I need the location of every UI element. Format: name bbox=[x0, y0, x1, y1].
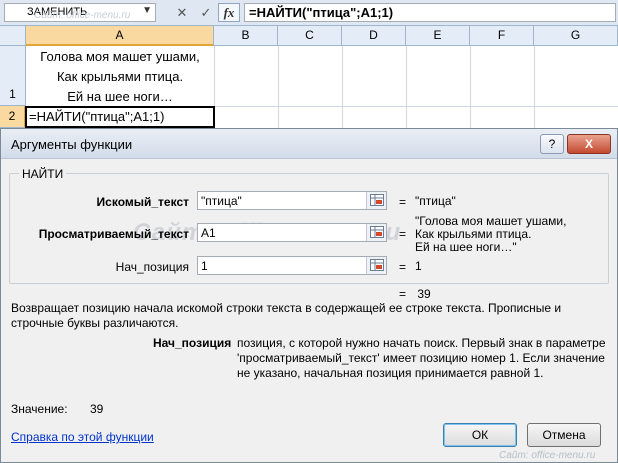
cell-a1-line: Голова моя машет ушами, bbox=[40, 49, 200, 64]
value-label: Значение: bbox=[11, 402, 68, 416]
arg-result-within-text: "Голова моя машет ушами, Как крыльями пт… bbox=[415, 215, 566, 254]
top-watermark: Сайт: office-menu.ru bbox=[34, 10, 131, 21]
cell-a1-line: Как крыльями птица. bbox=[56, 69, 184, 84]
column-header-a[interactable]: A bbox=[26, 26, 214, 46]
cancel-entry-icon[interactable]: ✕ bbox=[172, 3, 192, 22]
select-all-corner[interactable] bbox=[0, 26, 26, 46]
column-header-e[interactable]: E bbox=[406, 26, 470, 46]
arg-input-value: "птица" bbox=[201, 194, 242, 208]
arg-input-value: A1 bbox=[201, 226, 216, 240]
result-value: 39 bbox=[417, 287, 431, 301]
arg-result-line: "птица" bbox=[415, 194, 456, 208]
arg-result-line: 1 bbox=[415, 259, 422, 273]
enter-check-icon[interactable]: ✓ bbox=[196, 3, 216, 22]
grid-line bbox=[406, 46, 407, 128]
formula-input[interactable]: =НАЙТИ("птица";A1;1) bbox=[244, 3, 616, 22]
cell-a1-line: Ей на шее ноги… bbox=[67, 89, 173, 104]
arg-input-within-text[interactable]: A1 bbox=[197, 223, 387, 242]
column-header-d[interactable]: D bbox=[342, 26, 406, 46]
ok-button[interactable]: ОК bbox=[443, 423, 517, 447]
function-name: НАЙТИ bbox=[19, 167, 67, 181]
arg-label-search-text: Искомый_текст bbox=[96, 195, 189, 209]
arg-input-start-num[interactable]: 1 bbox=[197, 256, 387, 275]
equals-sign: = bbox=[399, 260, 407, 274]
collapse-dialog-icon[interactable] bbox=[366, 257, 386, 274]
arg-label-within-text: Просматриваемый_текст bbox=[38, 227, 189, 241]
grid-line bbox=[342, 46, 343, 128]
function-arguments-dialog: Аргументы функции ? X НАЙТИ Сайт: office… bbox=[0, 128, 618, 463]
column-header-g[interactable]: G bbox=[534, 26, 618, 46]
formula-bar: ЗАМЕНИТЬ ▼ Сайт: office-menu.ru ✕ ✓ fx =… bbox=[0, 0, 618, 26]
param-description: позиция, с которой нужно начать поиск. П… bbox=[237, 336, 606, 380]
cell-a1[interactable]: Голова моя машет ушами, Как крыльями пти… bbox=[26, 46, 214, 106]
chevron-down-icon[interactable]: ▼ bbox=[142, 5, 152, 16]
collapse-dialog-icon[interactable] bbox=[366, 224, 386, 241]
arg-result-search-text: "птица" bbox=[415, 195, 456, 208]
help-button[interactable]: ? bbox=[540, 134, 564, 154]
arg-input-search-text[interactable]: "птица" bbox=[197, 191, 387, 210]
arg-result-start-num: 1 bbox=[415, 260, 422, 273]
arg-input-value: 1 bbox=[201, 259, 208, 273]
result-equals: = bbox=[399, 287, 407, 301]
excel-window: ЗАМЕНИТЬ ▼ Сайт: office-menu.ru ✕ ✓ fx =… bbox=[0, 0, 618, 463]
close-button[interactable]: X bbox=[567, 134, 611, 154]
formula-result: = 39 bbox=[399, 287, 431, 301]
param-name: Нач_позиция bbox=[153, 336, 232, 350]
collapse-dialog-icon[interactable] bbox=[366, 192, 386, 209]
column-header-c[interactable]: C bbox=[278, 26, 342, 46]
grid-line bbox=[278, 46, 279, 128]
grid-line bbox=[534, 46, 535, 128]
column-header-f[interactable]: F bbox=[470, 26, 534, 46]
cell-a2-active[interactable]: =НАЙТИ("птица";A1;1) bbox=[25, 106, 215, 128]
function-help-link[interactable]: Справка по этой функции bbox=[11, 430, 154, 444]
row-header-1[interactable]: 1 bbox=[0, 46, 26, 106]
grid-line bbox=[470, 46, 471, 128]
value-result: 39 bbox=[90, 402, 104, 416]
cancel-button[interactable]: Отмена bbox=[527, 423, 601, 447]
insert-function-button[interactable]: fx bbox=[218, 3, 240, 22]
footer-watermark: Сайт: office-menu.ru bbox=[499, 450, 596, 461]
dialog-title: Аргументы функции bbox=[11, 137, 133, 152]
equals-sign: = bbox=[399, 227, 407, 241]
column-header-b[interactable]: B bbox=[214, 26, 278, 46]
arg-label-start-num: Нач_позиция bbox=[115, 260, 189, 274]
dialog-title-bar[interactable]: Аргументы функции ? X bbox=[1, 129, 617, 159]
function-description: Возвращает позицию начала искомой строки… bbox=[11, 301, 562, 330]
row-header-2[interactable]: 2 bbox=[0, 106, 26, 128]
equals-sign: = bbox=[399, 195, 407, 209]
arg-result-line: Ей на шее ноги…" bbox=[415, 240, 517, 254]
